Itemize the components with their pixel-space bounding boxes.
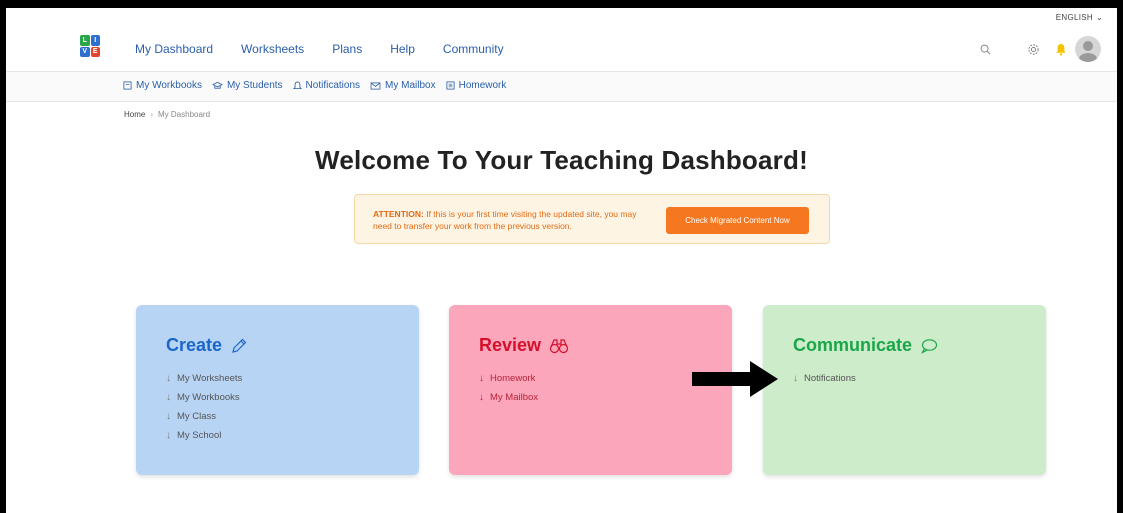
page-title: Welcome To Your Teaching Dashboard! xyxy=(315,145,808,175)
attention-label: ATTENTION: xyxy=(373,209,424,219)
arrow-down-icon: ↓ xyxy=(793,373,798,384)
arrow-down-icon: ↓ xyxy=(479,373,484,384)
review-links: ↓ Homework ↓ My Mailbox xyxy=(479,369,538,407)
avatar[interactable] xyxy=(1075,36,1101,62)
communicate-card-title: Communicate xyxy=(793,335,938,356)
create-links: ↓ My Worksheets ↓ My Workbooks ↓ My Class ↓… xyxy=(166,369,242,445)
subnav-label: Homework xyxy=(458,80,507,91)
chat-bubble-icon xyxy=(921,338,938,354)
arrow-down-icon: ↓ xyxy=(166,430,171,441)
review-title-text: Review xyxy=(479,335,542,355)
list-item[interactable]: ↓ My Worksheets xyxy=(166,369,242,388)
nav-my-dashboard[interactable]: My Dashboard xyxy=(135,42,213,56)
link-label: My School xyxy=(177,430,222,441)
secondary-navigation: My Workbooks My Students Notifications M… xyxy=(6,72,1117,102)
list-item[interactable]: ↓ Notifications xyxy=(793,369,856,388)
arrow-down-icon: ↓ xyxy=(479,392,484,403)
bell-icon[interactable] xyxy=(1051,39,1071,59)
review-card: Review ↓ Homework ↓ My Mailbox xyxy=(449,305,732,475)
pencil-icon xyxy=(232,338,247,353)
nav-worksheets[interactable]: Worksheets xyxy=(241,42,304,56)
list-item[interactable]: ↓ Homework xyxy=(479,369,538,388)
subnav-notifications[interactable]: Notifications xyxy=(292,80,361,91)
link-label: My Workbooks xyxy=(177,392,240,403)
page-frame: ENGLISH ⌄ L I V E My Dashboard Worksheet… xyxy=(6,8,1117,513)
attention-message: ATTENTION: If this is your first time vi… xyxy=(373,208,645,232)
check-migrated-content-button[interactable]: Check Migrated Content Now xyxy=(666,207,809,234)
link-label: My Class xyxy=(177,411,217,422)
link-label: My Worksheets xyxy=(177,373,243,384)
chevron-down-icon: ⌄ xyxy=(1095,13,1103,22)
subnav-my-workbooks[interactable]: My Workbooks xyxy=(123,80,202,91)
logo-letter: I xyxy=(90,35,100,46)
homework-icon xyxy=(446,81,455,90)
list-item[interactable]: ↓ My Workbooks xyxy=(166,388,242,407)
subnav-label: Notifications xyxy=(305,80,361,91)
top-navigation: L I V E My Dashboard Worksheets Plans He… xyxy=(6,28,1117,72)
nav-plans[interactable]: Plans xyxy=(332,42,362,56)
review-card-title: Review xyxy=(479,335,569,356)
arrow-down-icon: ↓ xyxy=(166,411,171,422)
list-item[interactable]: ↓ My Mailbox xyxy=(479,388,538,407)
breadcrumb-separator: › xyxy=(150,110,154,119)
nav-community[interactable]: Community xyxy=(443,42,504,56)
workbook-icon xyxy=(123,81,132,90)
breadcrumb: Home › My Dashboard xyxy=(124,110,210,119)
language-selector[interactable]: ENGLISH ⌄ xyxy=(1056,13,1103,22)
attention-banner: ATTENTION: If this is your first time vi… xyxy=(354,194,830,244)
subnav-my-mailbox[interactable]: My Mailbox xyxy=(370,80,436,91)
mail-icon xyxy=(370,81,381,90)
list-item[interactable]: ↓ My Class xyxy=(166,407,242,426)
list-item[interactable]: ↓ My School xyxy=(166,426,242,445)
main-nav-links: My Dashboard Worksheets Plans Help Commu… xyxy=(135,42,532,56)
create-card: Create ↓ My Worksheets ↓ My Workbooks ↓ My … xyxy=(136,305,419,475)
create-card-title: Create xyxy=(166,335,248,356)
create-title-text: Create xyxy=(166,335,223,355)
communicate-card: Communicate ↓ Notifications xyxy=(763,305,1046,475)
binoculars-icon xyxy=(549,338,569,353)
students-icon xyxy=(212,81,223,89)
subnav-label: My Students xyxy=(226,80,283,91)
link-label: My Mailbox xyxy=(490,392,539,403)
logo-letter: L xyxy=(80,35,90,46)
breadcrumb-current: My Dashboard xyxy=(158,110,211,119)
search-icon[interactable] xyxy=(975,39,995,59)
logo-letter: E xyxy=(90,46,100,57)
pointer-arrow-icon xyxy=(692,361,778,397)
live-logo[interactable]: L I V E xyxy=(80,35,100,57)
bell-outline-icon xyxy=(292,81,302,89)
gear-icon[interactable] xyxy=(1023,39,1043,59)
communicate-title-text: Communicate xyxy=(793,335,913,355)
link-label: Homework xyxy=(490,373,536,384)
nav-help[interactable]: Help xyxy=(390,42,415,56)
subnav-label: My Mailbox xyxy=(385,80,436,91)
subnav-my-students[interactable]: My Students xyxy=(212,80,283,91)
logo-letter: V xyxy=(80,46,90,57)
breadcrumb-home[interactable]: Home xyxy=(124,110,145,119)
language-label: ENGLISH xyxy=(1055,13,1093,22)
nav-right-actions xyxy=(975,36,1101,62)
link-label: Notifications xyxy=(804,373,856,384)
arrow-down-icon: ↓ xyxy=(166,373,171,384)
subnav-label: My Workbooks xyxy=(136,80,202,91)
arrow-down-icon: ↓ xyxy=(166,392,171,403)
subnav-homework[interactable]: Homework xyxy=(446,80,507,91)
communicate-links: ↓ Notifications xyxy=(793,369,856,388)
